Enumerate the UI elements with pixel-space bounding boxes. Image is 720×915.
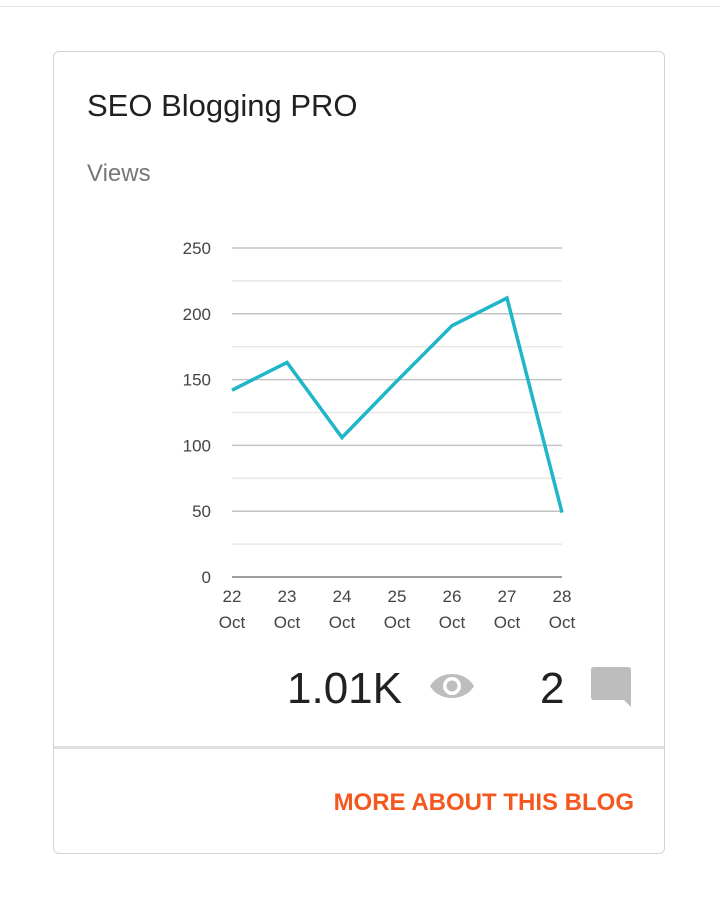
more-about-blog-link[interactable]: MORE ABOUT THIS BLOG (334, 789, 634, 817)
blog-stats-card: SEO Blogging PRO Views 0 50 100 150 200 250 22… (53, 51, 665, 854)
y-tick-label: 50 (192, 502, 211, 521)
top-divider (0, 6, 720, 7)
x-tick-label: 23 (278, 587, 297, 606)
card-divider (54, 746, 664, 749)
y-tick-label: 250 (183, 239, 211, 258)
y-tick-label: 100 (183, 436, 211, 455)
x-tick-label: Oct (494, 613, 521, 632)
views-chart: 0 50 100 150 200 250 22 Oct 23 Oct 24 Oct 25 Oct 26 Oct… (183, 239, 576, 632)
eye-icon (430, 674, 474, 698)
x-tick-label: Oct (439, 613, 466, 632)
comment-icon (591, 667, 631, 707)
comments-count: 2 (540, 664, 565, 713)
views-count: 1.01K (287, 664, 402, 713)
x-tick-label: 26 (443, 587, 462, 606)
x-tick-label: Oct (329, 613, 356, 632)
x-tick-label: 28 (553, 587, 572, 606)
x-tick-label: Oct (384, 613, 411, 632)
x-tick-label: 27 (498, 587, 517, 606)
x-tick-label: Oct (219, 613, 246, 632)
x-tick-label: Oct (549, 613, 576, 632)
x-tick-label: 24 (333, 587, 352, 606)
y-tick-label: 0 (202, 568, 211, 587)
y-tick-label: 200 (183, 305, 211, 324)
x-tick-label: 25 (388, 587, 407, 606)
x-tick-label: Oct (274, 613, 301, 632)
views-series-line (231, 295, 564, 513)
y-tick-label: 150 (183, 371, 211, 390)
x-tick-label: 22 (223, 587, 242, 606)
